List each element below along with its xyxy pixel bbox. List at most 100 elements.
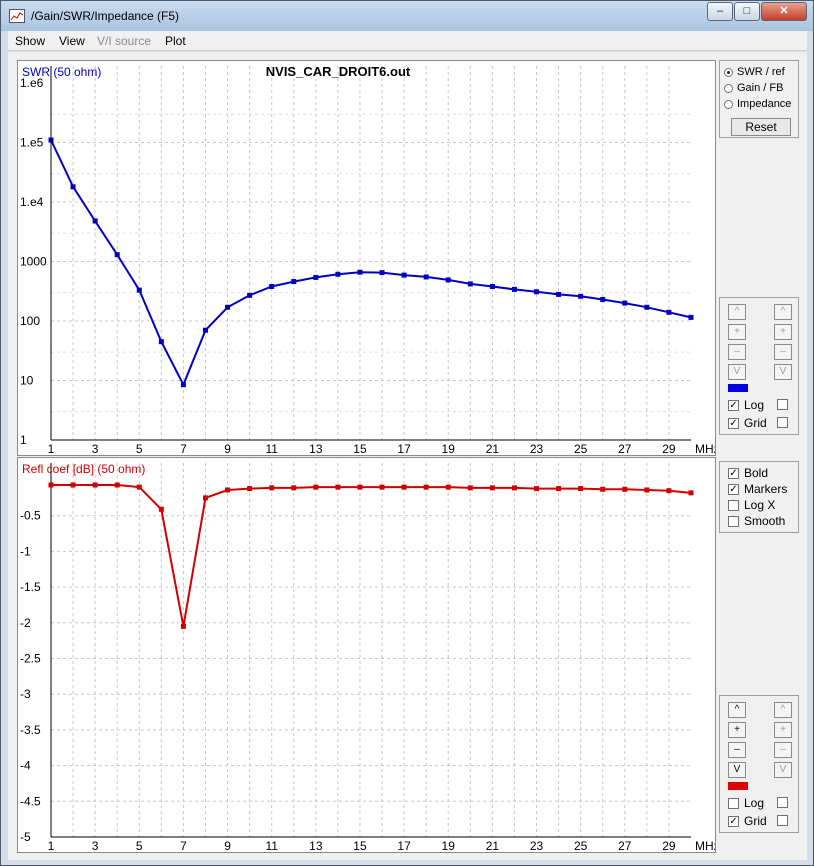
smooth-option[interactable]: Smooth [728, 514, 785, 528]
swr-grid-right-checkbox[interactable] [777, 417, 788, 428]
refl-right-minus-button[interactable]: – [774, 742, 792, 758]
close-button[interactable]: ✕ [761, 2, 807, 21]
data-point [379, 270, 385, 276]
radio-swr[interactable]: SWR / ref [724, 66, 794, 80]
menu-view[interactable]: View [59, 34, 85, 48]
data-point [445, 484, 451, 490]
logx-label: Log X [744, 498, 776, 512]
radio-gain[interactable]: Gain / FB [724, 82, 794, 96]
swr-left-plus-button[interactable]: + [728, 324, 746, 340]
refl-left-up-button[interactable]: ^ [728, 702, 746, 718]
x-tick-label: 15 [353, 839, 367, 852]
markers-option[interactable]: ✓ Markers [728, 482, 787, 496]
data-point [92, 218, 98, 224]
radio-impedance[interactable]: Impedance [724, 98, 794, 112]
data-point [291, 279, 297, 285]
swr-color-swatch[interactable] [728, 384, 748, 392]
window-title: /Gain/SWR/Impedance (F5) [31, 9, 180, 23]
menu-show[interactable]: Show [15, 34, 45, 48]
radio-swr-indicator[interactable] [724, 67, 733, 77]
y-tick-label: -3 [20, 687, 31, 701]
logx-option[interactable]: Log X [728, 498, 775, 512]
data-point [202, 495, 208, 501]
markers-checkbox[interactable]: ✓ [728, 484, 739, 496]
data-point [578, 486, 584, 492]
swr-log-label: Log [744, 398, 765, 412]
swr-log-option[interactable]: ✓ Log [728, 398, 764, 412]
data-point [136, 484, 142, 490]
data-point [136, 287, 142, 293]
x-tick-label: 7 [180, 442, 187, 455]
data-point [158, 506, 164, 512]
refl-grid-checkbox[interactable]: ✓ [728, 816, 739, 828]
swr-grid-checkbox[interactable]: ✓ [728, 418, 739, 430]
x-tick-label: 27 [618, 442, 632, 455]
data-point [622, 300, 628, 306]
data-point [92, 482, 98, 488]
reset-button[interactable]: Reset [731, 118, 791, 136]
radio-gain-indicator[interactable] [724, 83, 733, 93]
minimize-button[interactable]: – [707, 2, 733, 21]
bold-option[interactable]: ✓ Bold [728, 466, 768, 480]
refl-log-option[interactable]: Log [728, 796, 764, 810]
swr-log-checkbox[interactable]: ✓ [728, 400, 739, 412]
refl-grid-option[interactable]: ✓ Grid [728, 814, 767, 828]
data-point [688, 314, 694, 320]
data-point [114, 252, 120, 258]
refl-color-swatch[interactable] [728, 782, 748, 790]
data-point [489, 485, 495, 491]
x-tick-label: 3 [92, 839, 99, 852]
refl-log-right-checkbox[interactable] [777, 797, 788, 808]
x-tick-label: 11 [265, 839, 278, 852]
client-area: 1357911131517192123252729MHz1.e61.e51.e4… [8, 52, 807, 860]
data-point [401, 272, 407, 278]
x-tick-label: MHz [695, 839, 715, 852]
data-point [644, 304, 650, 310]
data-point [423, 274, 429, 280]
x-tick-label: 23 [530, 442, 544, 455]
smooth-checkbox[interactable] [728, 516, 739, 528]
title-bar[interactable]: /Gain/SWR/Impedance (F5) – □ ✕ [1, 1, 813, 31]
y-tick-label: -2 [20, 616, 31, 630]
refl-right-up-button[interactable]: ^ [774, 702, 792, 718]
x-tick-label: 13 [309, 442, 323, 455]
y-tick-label: 10 [20, 374, 34, 388]
refl-left-down-button[interactable]: V [728, 762, 746, 778]
swr-grid-option[interactable]: ✓ Grid [728, 416, 767, 430]
refl-left-plus-button[interactable]: + [728, 722, 746, 738]
x-tick-label: 7 [180, 839, 187, 852]
swr-right-down-button[interactable]: V [774, 364, 792, 380]
refl-right-down-button[interactable]: V [774, 762, 792, 778]
swr-log-right-checkbox[interactable] [777, 399, 788, 410]
swr-right-minus-button[interactable]: – [774, 344, 792, 360]
x-tick-label: 23 [530, 839, 544, 852]
x-tick-label: 27 [618, 839, 632, 852]
menu-plot[interactable]: Plot [165, 34, 186, 48]
refl-grid-right-checkbox[interactable] [777, 815, 788, 826]
swr-right-up-button[interactable]: ^ [774, 304, 792, 320]
x-tick-label: 5 [136, 839, 143, 852]
swr-plot-panel: 1357911131517192123252729MHz1.e61.e51.e4… [17, 60, 720, 456]
refl-log-checkbox[interactable] [728, 798, 739, 810]
radio-impedance-indicator[interactable] [724, 99, 733, 109]
y-tick-label: 1 [20, 433, 27, 447]
x-tick-label: 3 [92, 442, 99, 455]
swr-left-down-button[interactable]: V [728, 364, 746, 380]
swr-left-minus-button[interactable]: – [728, 344, 746, 360]
swr-right-plus-button[interactable]: + [774, 324, 792, 340]
x-tick-label: 1 [48, 839, 55, 852]
x-tick-label: 25 [574, 442, 588, 455]
radio-swr-label: SWR / ref [737, 66, 785, 78]
data-point [225, 487, 231, 493]
bold-checkbox[interactable]: ✓ [728, 468, 739, 480]
menu-vi-source[interactable]: V/I source [97, 34, 151, 48]
y-tick-label: 1000 [20, 255, 47, 269]
y-tick-label: -5 [20, 830, 31, 844]
refl-right-plus-button[interactable]: + [774, 722, 792, 738]
refl-left-minus-button[interactable]: – [728, 742, 746, 758]
series-line [50, 139, 692, 388]
swr-left-up-button[interactable]: ^ [728, 304, 746, 320]
logx-checkbox[interactable] [728, 500, 739, 512]
maximize-button[interactable]: □ [734, 2, 760, 21]
x-tick-label: 29 [662, 839, 676, 852]
